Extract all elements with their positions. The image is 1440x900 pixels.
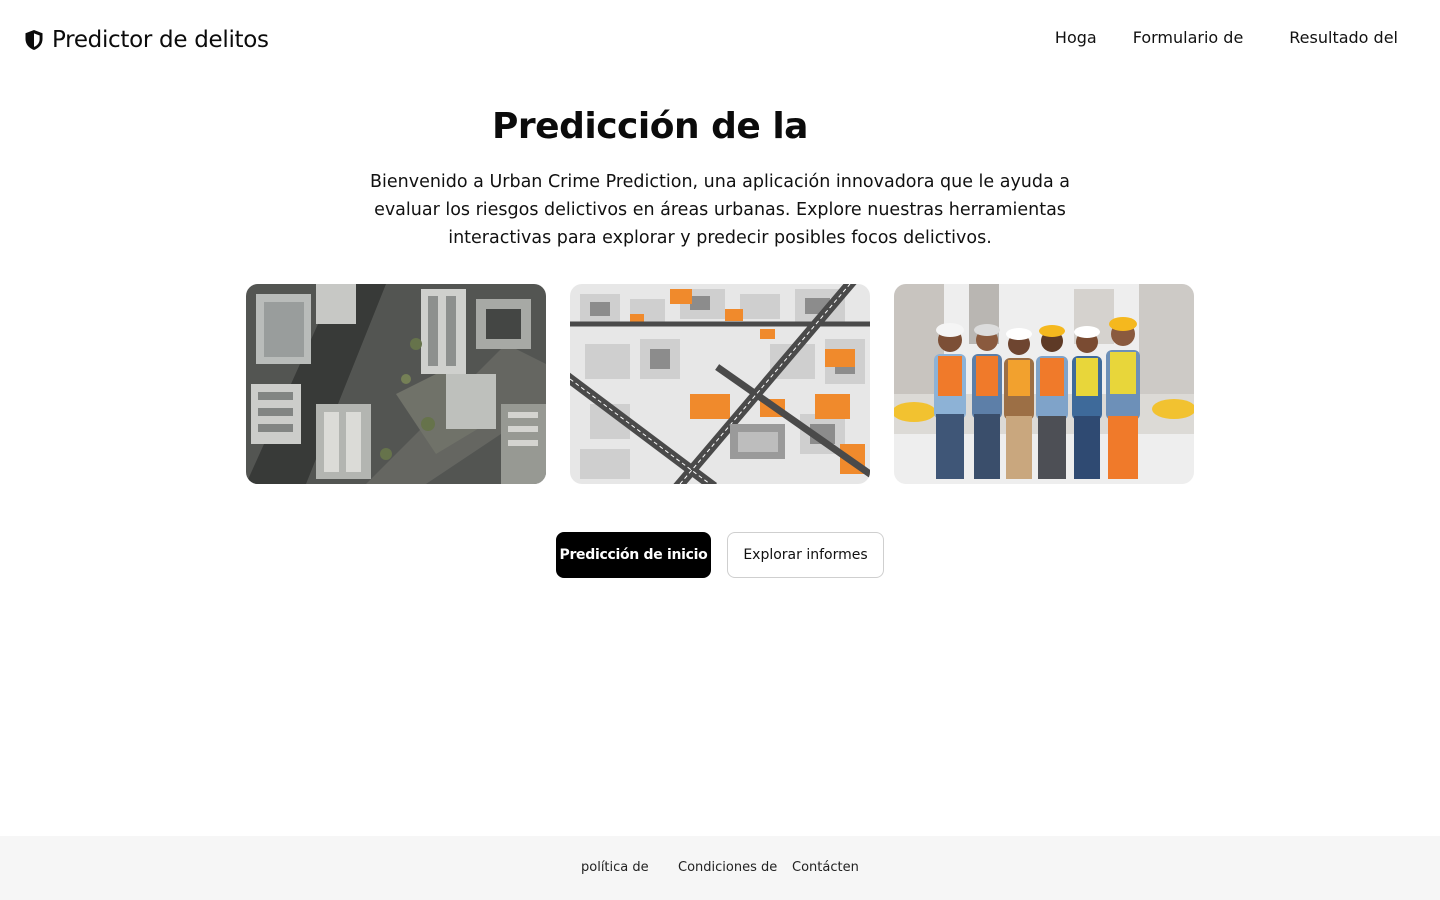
- nav-link-form[interactable]: Formulario de: [1133, 28, 1244, 47]
- nav-link-home[interactable]: Hoga: [1055, 28, 1097, 47]
- explore-reports-button[interactable]: Explorar informes: [727, 532, 884, 578]
- page-footer: política de Condiciones de Contácten: [0, 836, 1440, 900]
- brand-name: Predictor de delitos: [52, 27, 269, 53]
- brand-link[interactable]: Predictor de delitos: [24, 24, 269, 56]
- aerial-city-image: [246, 284, 546, 484]
- hero-actions: Predicción de inicio Explorar informes: [556, 532, 884, 578]
- page-title: Predicción de la: [492, 106, 808, 147]
- top-header: Predictor de delitos Hoga Formulario de …: [0, 0, 1440, 80]
- start-prediction-button[interactable]: Predicción de inicio: [556, 532, 711, 578]
- footer-link-contact[interactable]: Contácten: [792, 860, 859, 875]
- isometric-map-image: [570, 284, 870, 484]
- workers-illustration-image: [894, 284, 1194, 484]
- footer-links: política de Condiciones de Contácten: [581, 860, 859, 875]
- shield-icon: [24, 29, 44, 51]
- nav-link-result[interactable]: Resultado del: [1289, 28, 1398, 47]
- hero-description: Bienvenido a Urban Crime Prediction, una…: [369, 172, 1071, 248]
- footer-link-terms[interactable]: Condiciones de: [678, 860, 792, 875]
- main-nav: Hoga Formulario de Resultado del: [1055, 28, 1398, 47]
- image-gallery: [246, 284, 1194, 484]
- footer-link-privacy[interactable]: política de: [581, 860, 678, 875]
